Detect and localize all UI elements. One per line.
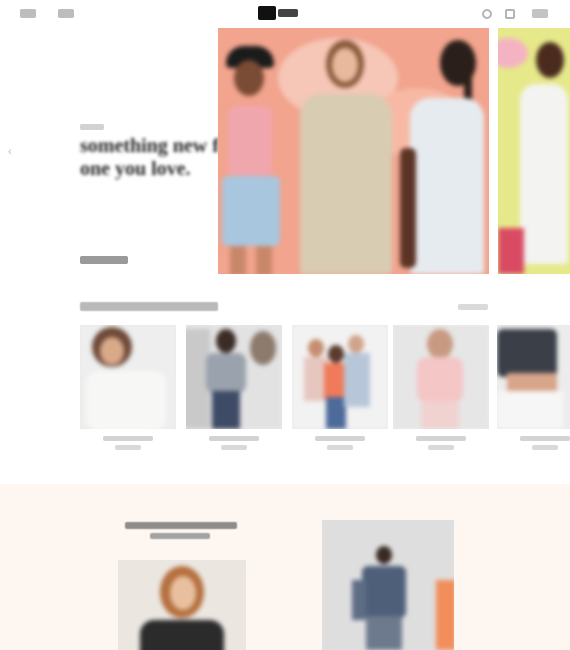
product-image — [393, 325, 489, 429]
product-card[interactable] — [186, 325, 282, 450]
product-name — [520, 436, 570, 441]
product-image — [292, 325, 388, 429]
product-price — [532, 445, 558, 450]
logo-mark — [258, 6, 276, 20]
promo-image-left[interactable] — [118, 560, 246, 650]
hero-prev-arrow-icon[interactable]: ‹ — [8, 146, 12, 158]
product-card[interactable] — [292, 325, 388, 450]
carousel-nav-arrows[interactable] — [458, 304, 488, 310]
product-name — [103, 436, 153, 441]
nav-link-men[interactable] — [58, 9, 74, 18]
top-navigation — [0, 0, 570, 28]
product-card[interactable] — [497, 325, 570, 450]
product-card[interactable] — [80, 325, 176, 450]
account-icon[interactable] — [505, 9, 515, 19]
hero-kicker — [80, 124, 104, 130]
logo-wordmark — [278, 9, 298, 17]
promo-heading — [125, 522, 237, 529]
hero-main-image[interactable] — [218, 28, 489, 274]
product-image — [80, 325, 176, 429]
promo-image-right[interactable] — [322, 520, 454, 650]
promo-subheading — [150, 533, 210, 539]
featured-section — [0, 484, 570, 650]
product-card[interactable] — [393, 325, 489, 450]
product-price — [327, 445, 353, 450]
product-name — [416, 436, 466, 441]
product-image — [186, 325, 282, 429]
product-price — [221, 445, 247, 450]
nav-link-women[interactable] — [20, 9, 36, 18]
hero-shop-now-link[interactable] — [80, 256, 128, 264]
product-name — [315, 436, 365, 441]
bag-icon[interactable] — [532, 9, 548, 18]
brand-logo-icon[interactable] — [258, 6, 298, 20]
product-image — [497, 325, 570, 429]
hero-side-image[interactable] — [498, 28, 570, 274]
product-name — [209, 436, 259, 441]
section-title — [80, 302, 218, 311]
search-icon[interactable] — [482, 9, 492, 19]
product-price — [428, 445, 454, 450]
product-price — [115, 445, 141, 450]
